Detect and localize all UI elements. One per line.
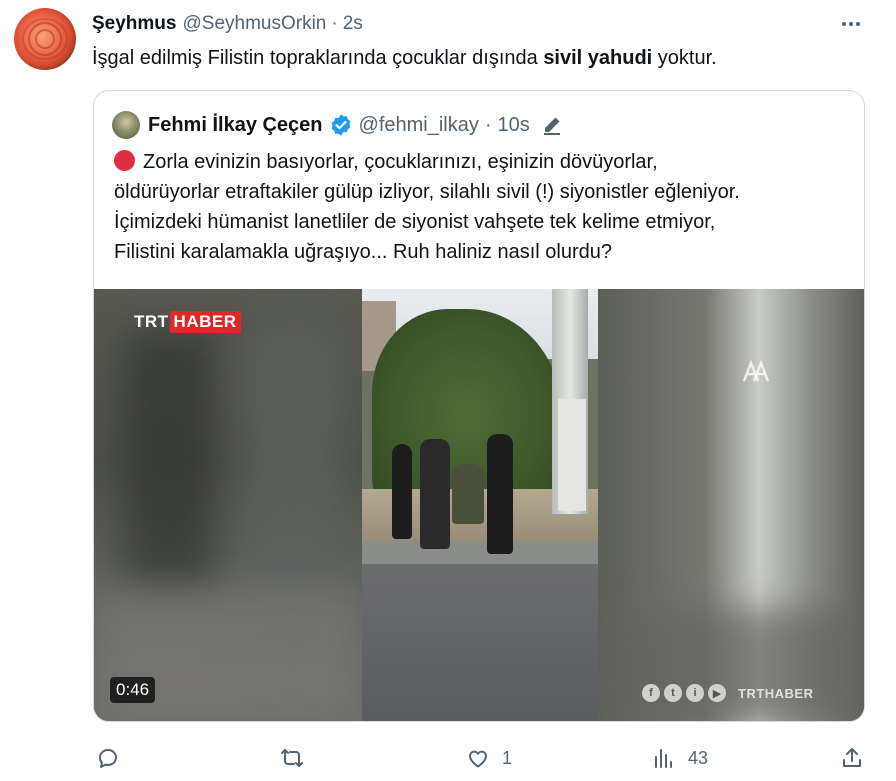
tweet-text: İşgal edilmiş Filistin topraklarında çoc… (92, 45, 717, 71)
tweet-text-part: İşgal edilmiş Filistin topraklarında çoc… (92, 47, 544, 69)
quoted-header-separator: · (484, 113, 492, 136)
trt-haber-logo: TRT HABER (134, 311, 241, 333)
video-player[interactable]: TRT HABER f t i ▶ TRTHABER 0:46 (94, 289, 864, 721)
instagram-icon: i (686, 684, 704, 702)
header-separator: · (331, 13, 338, 34)
video-duration: 0:46 (110, 677, 156, 703)
social-strip: f t i ▶ TRTHABER (642, 682, 814, 704)
tweet-header: Şeyhmus @SeyhmusOrkin · 2s (92, 12, 363, 36)
views-button[interactable]: 43 (652, 744, 708, 772)
logo-trt-text: TRT (134, 312, 169, 331)
action-bar: 1 43 (92, 744, 866, 772)
views-chart-icon (655, 749, 672, 768)
social-brand: TRTHABER (738, 685, 814, 701)
quoted-text-line: İçimizdeki hümanist lanetliler de siyoni… (114, 211, 716, 233)
quoted-tweet[interactable]: Fehmi İlkay Çeçen @fehmi_ilkay · 10s Zor… (93, 90, 865, 722)
quoted-text-line: Zorla evinizin basıyorlar, çocuklarınızı… (114, 147, 740, 177)
logo-haber-text: HABER (169, 311, 241, 333)
twitter-icon: t (664, 684, 682, 702)
quoted-author-name[interactable]: Fehmi İlkay Çeçen (148, 114, 323, 137)
like-button[interactable]: 1 (466, 744, 512, 772)
facebook-icon: f (642, 684, 660, 702)
video-blur-left (94, 289, 362, 721)
retweet-icon (281, 749, 303, 767)
views-count: 43 (688, 747, 709, 768)
tweet-text-part: yoktur. (652, 47, 717, 69)
tweet-timestamp[interactable]: 2s (343, 13, 363, 35)
video-blur-right (598, 289, 864, 721)
share-icon (843, 748, 861, 767)
reply-button[interactable] (96, 744, 132, 772)
quoted-text-line: öldürüyorlar etraftakiler gülüp izliyor,… (114, 181, 740, 203)
quoted-tweet-text: Zorla evinizin basıyorlar, çocuklarınızı… (114, 147, 740, 267)
more-options-icon[interactable] (836, 14, 866, 34)
share-button[interactable] (840, 744, 864, 772)
quoted-text-line-content: Zorla evinizin basıyorlar, çocuklarınızı… (143, 151, 658, 173)
red-circle-icon (114, 150, 135, 171)
author-handle[interactable]: @SeyhmusOrkin (182, 13, 326, 35)
quoted-author-handle[interactable]: @fehmi_ilkay (359, 114, 479, 137)
edit-pencil-icon[interactable] (540, 113, 564, 137)
quoted-timestamp[interactable]: 10s (498, 114, 530, 137)
anadolu-agency-icon (742, 359, 770, 382)
reply-icon (98, 749, 117, 768)
verified-badge-icon (331, 114, 350, 136)
quoted-author-avatar[interactable] (112, 111, 140, 139)
author-avatar[interactable] (14, 8, 76, 70)
quoted-text-line: Filistini karalamakla uğraşıyo... Ruh ha… (114, 241, 613, 263)
like-count: 1 (502, 747, 513, 768)
tweet[interactable]: Şeyhmus @SeyhmusOrkin · 2s İşgal edilmiş… (0, 0, 896, 781)
tweet-text-bold: sivil yahudi (543, 47, 653, 69)
author-name[interactable]: Şeyhmus (92, 13, 176, 35)
quoted-tweet-header: Fehmi İlkay Çeçen @fehmi_ilkay · 10s (112, 111, 564, 139)
youtube-icon: ▶ (708, 684, 726, 702)
video-frame (362, 289, 598, 721)
heart-icon (468, 750, 488, 768)
retweet-button[interactable] (280, 744, 316, 772)
